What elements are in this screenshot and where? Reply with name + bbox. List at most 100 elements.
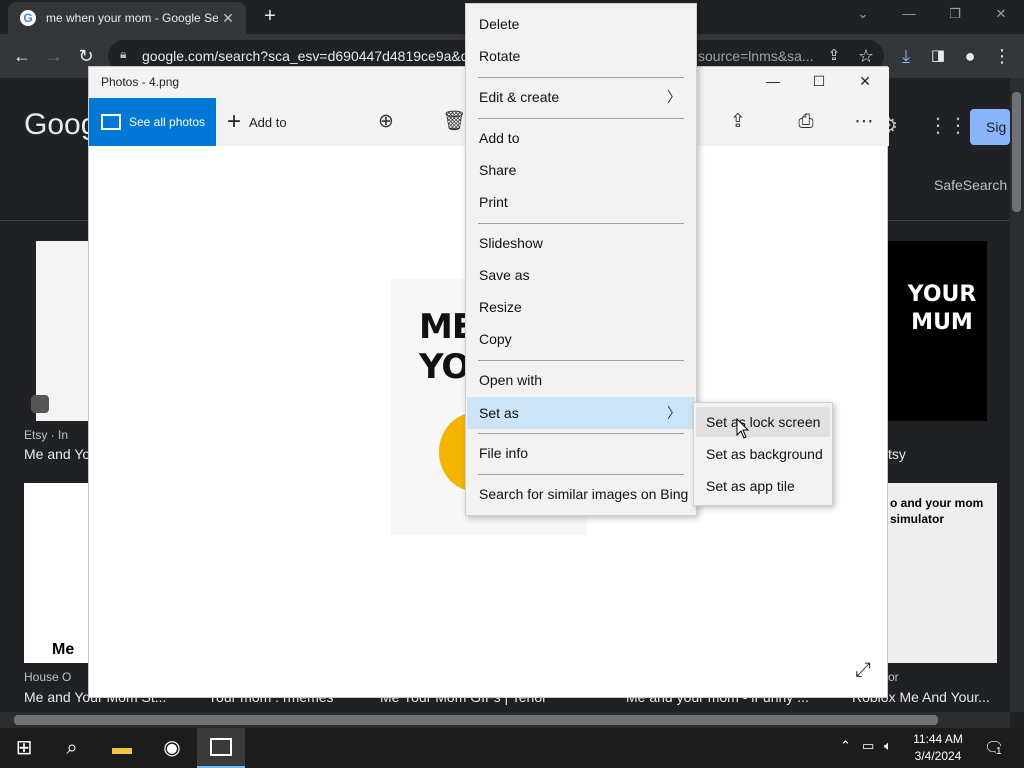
apps-grid-icon[interactable]: ⋮⋮ xyxy=(928,113,968,138)
menu-separator xyxy=(478,433,684,434)
menu-item-file-info[interactable]: File info xyxy=(467,437,695,469)
menu-item-label: Resize xyxy=(479,299,522,315)
menu-item-print[interactable]: Print xyxy=(467,186,695,218)
submenu-item-lock-screen[interactable]: Set as lock screen xyxy=(696,407,830,437)
menu-kebab-icon[interactable]: ⋮ xyxy=(990,44,1014,68)
see-all-photos-button[interactable]: See all photos xyxy=(89,98,216,146)
safesearch-link[interactable]: SafeSearch xyxy=(934,177,1007,193)
result-thumbnail[interactable]: Me xyxy=(24,483,88,663)
clock-date: 3/4/2024 xyxy=(914,749,962,763)
menu-item-rotate[interactable]: Rotate xyxy=(467,40,695,72)
menu-separator xyxy=(478,223,684,224)
result-source: or xyxy=(888,670,899,684)
menu-item-search-bing[interactable]: Search for similar images on Bing xyxy=(467,478,695,510)
submenu-item-label: Set as lock screen xyxy=(706,414,821,430)
notification-count-badge: 1 xyxy=(996,746,1002,757)
see-all-photos-label: See all photos xyxy=(129,115,206,129)
tag-icon xyxy=(31,395,49,413)
menu-item-delete[interactable]: Delete xyxy=(467,8,695,40)
result-title[interactable]: tsy xyxy=(888,446,906,462)
menu-item-label: Delete xyxy=(479,16,520,32)
fullscreen-expand-icon[interactable]: ⤢ xyxy=(851,659,875,683)
share-page-icon[interactable]: ⇪ xyxy=(822,44,846,68)
print-icon[interactable]: ⎙ xyxy=(793,108,819,136)
reload-icon[interactable]: ↻ xyxy=(74,44,98,68)
submenu-item-app-tile[interactable]: Set as app tile xyxy=(696,471,830,501)
result-thumbnail[interactable] xyxy=(36,241,88,421)
photos-minimize-button[interactable]: — xyxy=(761,73,785,93)
result-thumbnail[interactable]: o and your mom simulator xyxy=(888,483,997,663)
menu-item-label: Copy xyxy=(479,331,512,347)
tab-search-icon[interactable]: ⌄ xyxy=(848,6,878,26)
photo-gallery-icon xyxy=(101,114,121,130)
menu-item-label: Share xyxy=(479,162,517,178)
file-explorer-icon[interactable]: ▬ xyxy=(98,728,146,768)
menu-item-label: Search for similar images on Bing xyxy=(479,486,689,502)
menu-item-share[interactable]: Share xyxy=(467,154,695,186)
menu-item-label: Set as xyxy=(479,405,519,421)
side-panel-icon[interactable]: ◨ xyxy=(926,44,950,68)
add-to-label: Add to xyxy=(249,114,287,130)
sign-in-button[interactable]: Sig xyxy=(970,109,1010,145)
menu-item-add-to[interactable]: Add to xyxy=(467,122,695,154)
close-tab-icon[interactable]: ✕ xyxy=(218,10,238,27)
submenu-item-background[interactable]: Set as background xyxy=(696,439,830,469)
search-icon[interactable]: ⌕ xyxy=(48,728,96,768)
more-options-icon[interactable]: ⋯ xyxy=(851,108,877,136)
volume-muted-icon[interactable]: 🔈︎ xyxy=(884,738,892,754)
back-icon[interactable]: ← xyxy=(10,44,34,68)
zoom-icon[interactable]: ⊕ xyxy=(373,108,399,136)
chevron-right-icon: 〉 xyxy=(667,405,681,421)
share-icon[interactable]: ⇪ xyxy=(725,108,751,136)
plus-icon: + xyxy=(227,108,242,135)
add-to-button[interactable]: + Add to xyxy=(227,98,287,146)
windows-start-icon[interactable]: ⊞ xyxy=(0,728,48,768)
submenu-item-label: Set as background xyxy=(706,446,823,462)
menu-item-label: Add to xyxy=(479,130,520,146)
menu-item-copy[interactable]: Copy xyxy=(467,323,695,355)
result-title[interactable]: Me and Yo xyxy=(24,446,90,462)
restore-browser-button[interactable]: ❐ xyxy=(940,6,970,26)
context-menu: Delete Rotate Edit & create 〉 Add to Shar… xyxy=(465,3,697,516)
photos-title: Photos - 4.png xyxy=(101,75,180,89)
menu-item-save-as[interactable]: Save as xyxy=(467,259,695,291)
set-as-submenu: Set as lock screen Set as background Set… xyxy=(693,402,833,506)
chrome-icon[interactable]: ◉ xyxy=(148,728,196,768)
close-browser-button[interactable]: ✕ xyxy=(986,6,1016,26)
google-favicon-icon: G xyxy=(20,10,36,26)
menu-item-label: File info xyxy=(479,445,529,461)
chevron-right-icon: 〉 xyxy=(667,89,681,105)
show-hidden-icons-chevron[interactable]: ⌃ xyxy=(840,738,851,754)
taskbar-clock[interactable]: 11:44 AM 3/4/2024 xyxy=(906,731,970,765)
delete-trash-icon[interactable]: 🗑︎ xyxy=(441,108,467,136)
result-thumbnail[interactable]: YOUR MUM xyxy=(888,241,987,421)
menu-separator xyxy=(478,474,684,475)
photos-taskbar-icon[interactable] xyxy=(197,728,245,768)
thumbnail-text: Me xyxy=(52,641,75,658)
menu-item-edit-create[interactable]: Edit & create 〉 xyxy=(467,81,695,113)
menu-item-label: Rotate xyxy=(479,48,521,64)
forward-icon[interactable]: → xyxy=(42,44,66,68)
menu-separator xyxy=(478,360,684,361)
url-text: google.com/search?sca_esv=d690447d4819ce… xyxy=(142,48,477,64)
menu-item-resize[interactable]: Resize xyxy=(467,291,695,323)
download-icon[interactable]: ⤓ xyxy=(894,44,918,68)
profile-avatar-icon[interactable]: ● xyxy=(958,44,982,68)
minimize-browser-button[interactable]: — xyxy=(894,6,924,26)
menu-separator xyxy=(478,118,684,119)
photos-close-button[interactable]: ✕ xyxy=(853,73,877,93)
horizontal-scroll-thumb[interactable] xyxy=(14,715,938,725)
menu-item-label: Save as xyxy=(479,267,530,283)
menu-item-open-with[interactable]: Open with xyxy=(467,364,695,396)
vertical-scroll-thumb[interactable] xyxy=(1012,92,1021,212)
menu-item-set-as[interactable]: Set as 〉 xyxy=(467,397,695,429)
photos-maximize-button[interactable]: ☐ xyxy=(807,73,831,93)
browser-tab[interactable]: G me when your mom - Google Se... ✕ xyxy=(8,2,246,34)
url-tail-text: source=lnms&sa... xyxy=(698,48,814,64)
network-icon[interactable]: ▭ xyxy=(862,738,874,754)
menu-item-slideshow[interactable]: Slideshow xyxy=(467,227,695,259)
bookmark-star-icon[interactable]: ☆ xyxy=(854,44,878,68)
new-tab-button[interactable]: + xyxy=(258,6,282,28)
google-logo[interactable]: Goog xyxy=(24,108,97,142)
thumbnail-text: YOUR MUM xyxy=(907,282,977,335)
